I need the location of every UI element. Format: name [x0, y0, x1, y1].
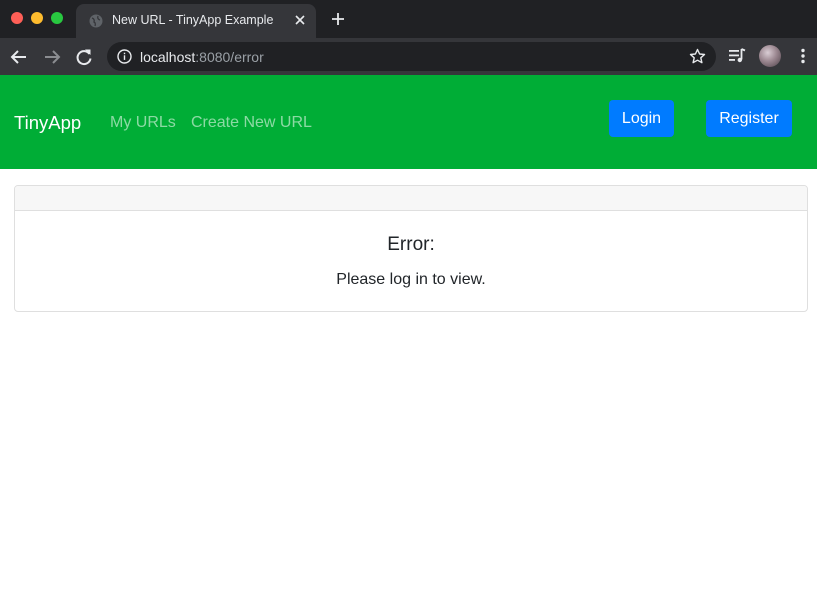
forward-arrow-icon[interactable] — [42, 47, 62, 67]
nav-link-my-urls[interactable]: My URLs — [110, 114, 176, 132]
star-icon[interactable] — [689, 48, 706, 65]
window-zoom-button[interactable] — [51, 12, 63, 24]
error-card: Error: Please log in to view. — [14, 185, 808, 312]
reload-icon[interactable] — [74, 47, 94, 67]
globe-icon — [89, 14, 103, 28]
brand-link[interactable]: TinyApp — [14, 112, 81, 134]
browser-tab-bar: New URL - TinyApp Example — [0, 0, 817, 38]
url-text: localhost:8080/error — [140, 49, 264, 65]
kebab-menu-icon[interactable] — [797, 47, 809, 65]
error-title: Error: — [387, 234, 435, 255]
plus-icon[interactable] — [329, 10, 347, 28]
info-icon[interactable] — [117, 49, 132, 64]
url-host: localhost — [140, 49, 196, 65]
browser-toolbar: localhost:8080/error — [0, 38, 817, 75]
avatar[interactable] — [759, 45, 781, 67]
error-message: Please log in to view. — [336, 271, 486, 288]
url-path: :8080/error — [195, 49, 264, 65]
back-arrow-icon[interactable] — [9, 47, 29, 67]
address-bar[interactable]: localhost:8080/error — [107, 42, 716, 71]
window-minimize-button[interactable] — [31, 12, 43, 24]
tab-title: New URL - TinyApp Example — [112, 13, 274, 27]
nav-link-create-new-url[interactable]: Create New URL — [191, 114, 312, 132]
close-icon[interactable] — [292, 12, 308, 28]
browser-tab[interactable]: New URL - TinyApp Example — [76, 4, 316, 38]
register-button[interactable]: Register — [706, 100, 792, 137]
media-playlist-icon[interactable] — [728, 47, 746, 65]
card-header — [15, 186, 807, 211]
window-close-button[interactable] — [11, 12, 23, 24]
login-button[interactable]: Login — [609, 100, 674, 137]
